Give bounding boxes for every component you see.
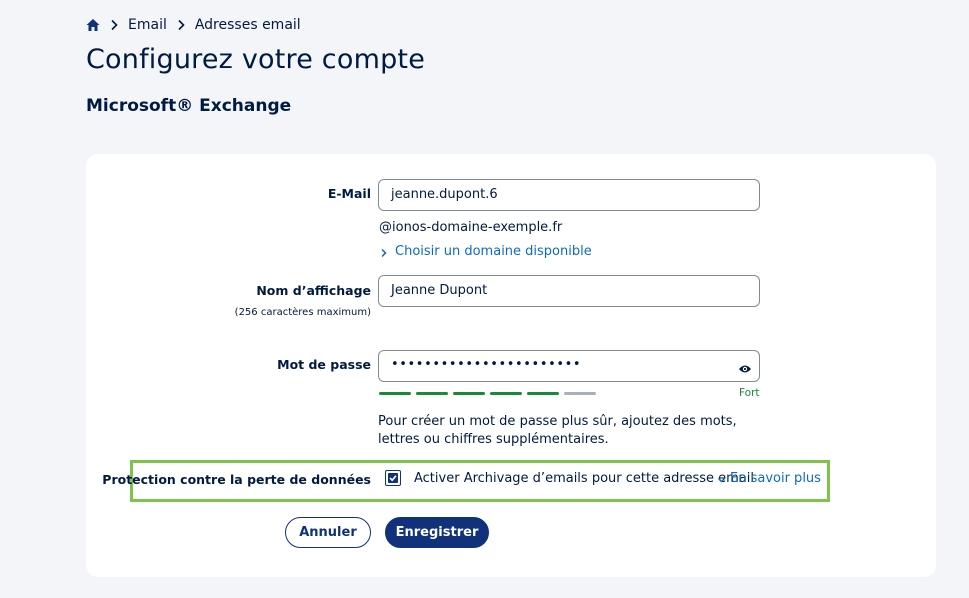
checkmark-icon bbox=[388, 473, 398, 483]
password-label: Mot de passe bbox=[277, 357, 371, 372]
cancel-button[interactable]: Annuler bbox=[285, 517, 371, 548]
password-strength-label: Fort bbox=[739, 387, 760, 399]
home-icon[interactable] bbox=[86, 18, 100, 32]
archive-checkbox[interactable] bbox=[385, 470, 401, 486]
data-loss-protection-label: Protection contre la perte de données bbox=[102, 472, 371, 487]
save-button[interactable]: Enregistrer bbox=[385, 517, 489, 548]
strength-segment bbox=[416, 392, 448, 395]
strength-segment bbox=[564, 392, 596, 395]
page-title: Configurez votre compte bbox=[86, 44, 426, 75]
display-name-label: Nom d’affichage bbox=[256, 283, 371, 298]
display-name-hint: (256 caractères maximum) bbox=[234, 307, 371, 318]
archive-checkbox-label: Activer Archivage d’emails pour cette ad… bbox=[414, 471, 755, 486]
eye-icon[interactable] bbox=[738, 360, 752, 373]
chevron-down-icon bbox=[717, 474, 727, 484]
breadcrumb-item-email[interactable]: Email bbox=[128, 17, 167, 33]
strength-segment bbox=[527, 392, 559, 395]
chevron-right-icon bbox=[109, 19, 119, 31]
choose-domain-link[interactable]: Choisir un domaine disponible bbox=[379, 244, 592, 259]
strength-segment bbox=[379, 392, 411, 395]
email-domain: @ionos-domaine-exemple.fr bbox=[379, 220, 563, 235]
password-masked-value: ••••••••••••••••••••••• bbox=[391, 357, 582, 372]
password-help-text: Pour créer un mot de passe plus sûr, ajo… bbox=[378, 414, 737, 447]
strength-segment bbox=[453, 392, 485, 395]
email-label: E-Mail bbox=[327, 186, 371, 201]
breadcrumb-item-email-addresses[interactable]: Adresses email bbox=[195, 17, 301, 33]
page-subtitle: Microsoft® Exchange bbox=[86, 96, 292, 116]
breadcrumb: Email Adresses email bbox=[86, 17, 301, 33]
strength-segment bbox=[490, 392, 522, 395]
chevron-right-icon bbox=[176, 19, 186, 31]
learn-more-link[interactable]: En savoir plus bbox=[717, 471, 821, 486]
chevron-right-icon bbox=[379, 247, 389, 257]
password-strength-meter bbox=[379, 392, 601, 395]
choose-domain-link-label: Choisir un domaine disponible bbox=[395, 244, 592, 259]
display-name-field[interactable]: Jeanne Dupont bbox=[378, 275, 760, 307]
email-field[interactable]: jeanne.dupont.6 bbox=[378, 179, 760, 211]
learn-more-link-label: En savoir plus bbox=[730, 471, 821, 486]
